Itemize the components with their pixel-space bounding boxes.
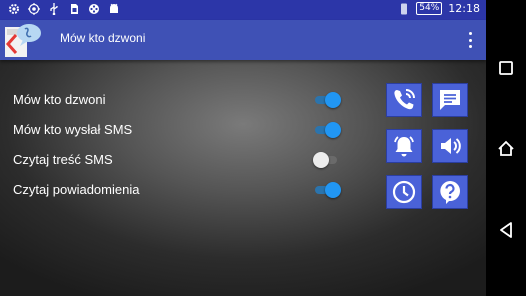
setting-row-announce-sms-sender: Mów kto wysłał SMS — [13, 118, 343, 142]
clock-icon — [392, 180, 416, 204]
navigation-bar — [486, 0, 526, 296]
back-icon[interactable] — [496, 220, 516, 240]
setting-label: Czytaj treść SMS — [13, 152, 113, 167]
announce-caller-toggle[interactable] — [315, 92, 341, 108]
setting-label: Mów kto wysłał SMS — [13, 122, 133, 137]
app-logo-icon — [5, 24, 41, 57]
alarm-button[interactable] — [386, 129, 422, 163]
status-bar: 54% 12:18 — [0, 0, 486, 20]
read-sms-toggle[interactable] — [313, 152, 339, 168]
read-notifications-toggle[interactable] — [315, 182, 341, 198]
volume-icon — [441, 138, 461, 154]
sim-icon — [71, 4, 78, 14]
recent-apps-icon[interactable] — [496, 58, 516, 78]
gps-icon — [28, 3, 40, 15]
help-button[interactable] — [432, 175, 468, 209]
clock-button[interactable] — [386, 175, 422, 209]
alarm-bell-icon — [394, 136, 414, 157]
setting-label: Czytaj powiadomienia — [13, 182, 140, 197]
status-left-icons — [8, 3, 120, 15]
clock: 12:18 — [448, 2, 480, 15]
home-icon[interactable] — [496, 138, 516, 158]
android-icon — [110, 3, 118, 13]
page-title: Mów kto dzwoni — [60, 31, 146, 45]
setting-row-announce-caller: Mów kto dzwoni — [13, 88, 343, 112]
phone-ringing-button[interactable] — [386, 83, 422, 117]
battery-indicator: 54% — [416, 2, 443, 15]
announce-sms-sender-toggle[interactable] — [315, 122, 341, 138]
overflow-menu-icon[interactable] — [466, 30, 474, 50]
battery-percent: 54% — [419, 3, 440, 13]
film-icon — [89, 4, 99, 14]
usb-icon — [50, 3, 58, 15]
settings-icon — [9, 4, 19, 14]
message-button[interactable] — [432, 83, 468, 117]
app-screen: 54% 12:18 Mów kto dzwoni Mów kto dzwoni … — [0, 0, 486, 296]
app-bar: Mów kto dzwoni — [0, 20, 486, 60]
setting-row-read-sms: Czytaj treść SMS — [13, 148, 343, 172]
phone-ringing-icon — [394, 89, 415, 110]
message-icon — [440, 90, 460, 110]
status-right: 54% 12:18 — [398, 2, 480, 15]
phone-vibrate-icon — [401, 3, 408, 14]
volume-button[interactable] — [432, 129, 468, 163]
setting-label: Mów kto dzwoni — [13, 92, 106, 107]
setting-row-read-notifications: Czytaj powiadomienia — [13, 178, 343, 202]
help-icon — [440, 181, 460, 204]
